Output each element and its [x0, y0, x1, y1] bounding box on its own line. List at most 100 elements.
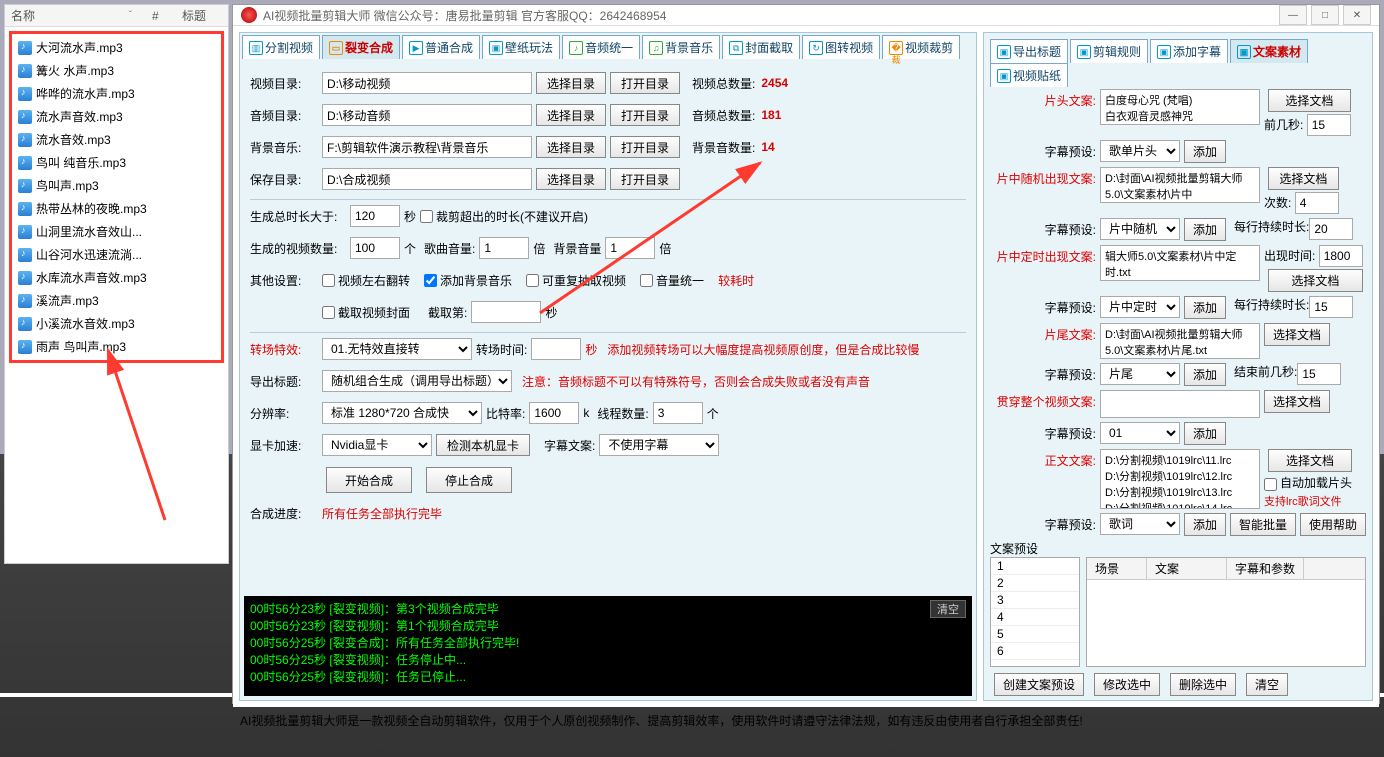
col-name[interactable]: 名称 — [11, 7, 129, 24]
fix-dur-input[interactable] — [1309, 296, 1353, 318]
head-select-file-button[interactable]: 选择文档 — [1268, 89, 1351, 112]
file-item[interactable]: 溪流声.mp3 — [14, 289, 219, 312]
file-item[interactable]: 热带丛林的夜晚.mp3 — [14, 197, 219, 220]
whole-textarea[interactable] — [1100, 390, 1260, 418]
preset2-add-button[interactable]: 添加 — [1184, 218, 1226, 241]
preset-item[interactable]: 1 — [991, 558, 1079, 575]
mid-rand-select-button[interactable]: 选择文档 — [1268, 167, 1339, 190]
start-button[interactable]: 开始合成 — [326, 467, 412, 493]
tail-select-button[interactable]: 选择文档 — [1264, 323, 1330, 346]
right-tab-文案素材[interactable]: ▣文案素材 — [1230, 39, 1308, 63]
bitrate-input[interactable] — [529, 402, 579, 424]
end-sec-input[interactable] — [1297, 363, 1341, 385]
gen-count-input[interactable] — [350, 237, 400, 259]
maximize-button[interactable]: □ — [1311, 5, 1339, 25]
bg-vol-input[interactable] — [605, 237, 655, 259]
video-dir-select-button[interactable]: 选择目录 — [536, 72, 606, 94]
file-item[interactable]: 流水音效.mp3 — [14, 128, 219, 151]
preset-item[interactable]: 6 — [991, 643, 1079, 660]
preset5-select[interactable]: 01 — [1100, 422, 1180, 444]
trans-select[interactable]: 01.无特效直接转 — [322, 338, 472, 360]
file-item[interactable]: 大河流水声.mp3 — [14, 36, 219, 59]
file-item[interactable]: 篝火 水声.mp3 — [14, 59, 219, 82]
create-preset-button[interactable]: 创建文案预设 — [994, 673, 1084, 696]
col-title[interactable]: 标题 — [182, 7, 222, 24]
appear-input[interactable] — [1319, 245, 1363, 267]
audio-dir-open-button[interactable]: 打开目录 — [610, 104, 680, 126]
tab-背景音乐[interactable]: ♫背景音乐 — [642, 35, 720, 59]
gpu-select[interactable]: Nvidia显卡 — [322, 434, 432, 456]
preset-item[interactable]: 5 — [991, 626, 1079, 643]
flip-checkbox[interactable]: 视频左右翻转 — [322, 272, 410, 289]
tab-分割视频[interactable]: ▥分割视频 — [242, 35, 320, 59]
main-copy-textarea[interactable]: D:\分割视频\1019lrc\11.lrc D:\分割视频\1019lrc\1… — [1100, 449, 1260, 509]
col-hash[interactable]: # — [152, 9, 182, 23]
gen-total-input[interactable] — [350, 205, 400, 227]
stop-button[interactable]: 停止合成 — [426, 467, 512, 493]
save-dir-open-button[interactable]: 打开目录 — [610, 168, 680, 190]
file-item[interactable]: 水库流水声音效.mp3 — [14, 266, 219, 289]
main-select-button[interactable]: 选择文档 — [1268, 449, 1352, 472]
preset6-select[interactable]: 歌词 — [1100, 513, 1180, 535]
tab-封面截取[interactable]: ⧉封面截取 — [722, 35, 800, 59]
whole-select-button[interactable]: 选择文档 — [1264, 390, 1330, 413]
smart-batch-button[interactable]: 智能批量 — [1230, 513, 1296, 536]
video-dir-input[interactable] — [322, 72, 532, 94]
threads-input[interactable] — [653, 402, 703, 424]
mid-fix-textarea[interactable]: 辑大师5.0\文案素材\片中定时.txt — [1100, 245, 1260, 281]
volnorm-checkbox[interactable]: 音量统一 — [640, 272, 704, 289]
front-sec-input[interactable] — [1307, 114, 1351, 136]
close-button[interactable]: ✕ — [1343, 5, 1371, 25]
right-tab-视频贴纸[interactable]: ▣视频贴纸 — [990, 63, 1068, 87]
file-item[interactable]: 流水声音效.mp3 — [14, 105, 219, 128]
tab-音频统一[interactable]: ♪音频统一 — [562, 35, 640, 59]
clear-preset-button[interactable]: 清空 — [1246, 673, 1288, 696]
minimize-button[interactable]: — — [1279, 5, 1307, 25]
delete-sel-button[interactable]: 删除选中 — [1170, 673, 1236, 696]
song-vol-input[interactable] — [479, 237, 529, 259]
preset6-add-button[interactable]: 添加 — [1184, 513, 1226, 536]
tab-视频裁剪[interactable]: �裁视频裁剪 — [882, 35, 960, 59]
titlebar[interactable]: AI视频批量剪辑大师 微信公众号：唐易批量剪辑 官方客服QQ：264246895… — [233, 5, 1379, 26]
file-item[interactable]: 鸟叫声.mp3 — [14, 174, 219, 197]
preset4-add-button[interactable]: 添加 — [1184, 363, 1226, 386]
audio-dir-select-button[interactable]: 选择目录 — [536, 104, 606, 126]
trans-time-input[interactable] — [531, 338, 581, 360]
clear-console-button[interactable]: 清空 — [930, 600, 966, 618]
rand-checkbox[interactable]: 可重复抽取视频 — [526, 272, 626, 289]
file-item[interactable]: 山洞里流水音效山... — [14, 220, 219, 243]
export-title-select[interactable]: 随机组合生成（调用导出标题） — [322, 370, 512, 392]
file-item[interactable]: 小溪流水音效.mp3 — [14, 312, 219, 335]
mid-rand-textarea[interactable]: D:\封面\AI视频批量剪辑大师5.0\文案素材\片中 — [1100, 167, 1260, 203]
tab-裂变合成[interactable]: ▭裂变合成 — [322, 35, 400, 59]
crop-over-checkbox[interactable]: 裁剪超出的时长(不建议开启) — [420, 208, 588, 225]
file-item[interactable]: 山谷河水迅速流淌... — [14, 243, 219, 266]
res-select[interactable]: 标准 1280*720 合成快 — [322, 402, 482, 424]
save-dir-select-button[interactable]: 选择目录 — [536, 168, 606, 190]
bgm-dir-select-button[interactable]: 选择目录 — [536, 136, 606, 158]
cover-checkbox[interactable]: 截取视频封面 — [322, 304, 410, 321]
cover-frame-input[interactable] — [471, 301, 541, 323]
head-copy-textarea[interactable]: 白度母心咒 (梵唱) 白衣观音灵感神咒 — [1100, 89, 1260, 125]
right-tab-导出标题[interactable]: ▣导出标题 — [990, 39, 1068, 63]
preset3-add-button[interactable]: 添加 — [1184, 296, 1226, 319]
preset3-select[interactable]: 片中定时 — [1100, 296, 1180, 318]
preset-item[interactable]: 3 — [991, 592, 1079, 609]
preset-item[interactable]: 4 — [991, 609, 1079, 626]
preset-table[interactable]: 场景 文案 字幕和参数 — [1086, 557, 1366, 667]
right-tab-剪辑规则[interactable]: ▣剪辑规则 — [1070, 39, 1148, 63]
video-dir-open-button[interactable]: 打开目录 — [610, 72, 680, 94]
tab-壁纸玩法[interactable]: ▣壁纸玩法 — [482, 35, 560, 59]
subtitle-select[interactable]: 不使用字幕 — [599, 434, 719, 456]
file-item[interactable]: 雨声 鸟叫声.mp3 — [14, 335, 219, 358]
preset-item[interactable]: 2 — [991, 575, 1079, 592]
preset-list[interactable]: 123456 — [990, 557, 1080, 667]
save-dir-input[interactable] — [322, 168, 532, 190]
preset1-select[interactable]: 歌单片头 — [1100, 140, 1180, 162]
bgm-dir-open-button[interactable]: 打开目录 — [610, 136, 680, 158]
audio-dir-input[interactable] — [322, 104, 532, 126]
bgm-checkbox[interactable]: 添加背景音乐 — [424, 272, 512, 289]
preset1-add-button[interactable]: 添加 — [1184, 140, 1226, 163]
gpu-check-button[interactable]: 检测本机显卡 — [436, 434, 530, 456]
tab-普通合成[interactable]: ▶普通合成 — [402, 35, 480, 59]
